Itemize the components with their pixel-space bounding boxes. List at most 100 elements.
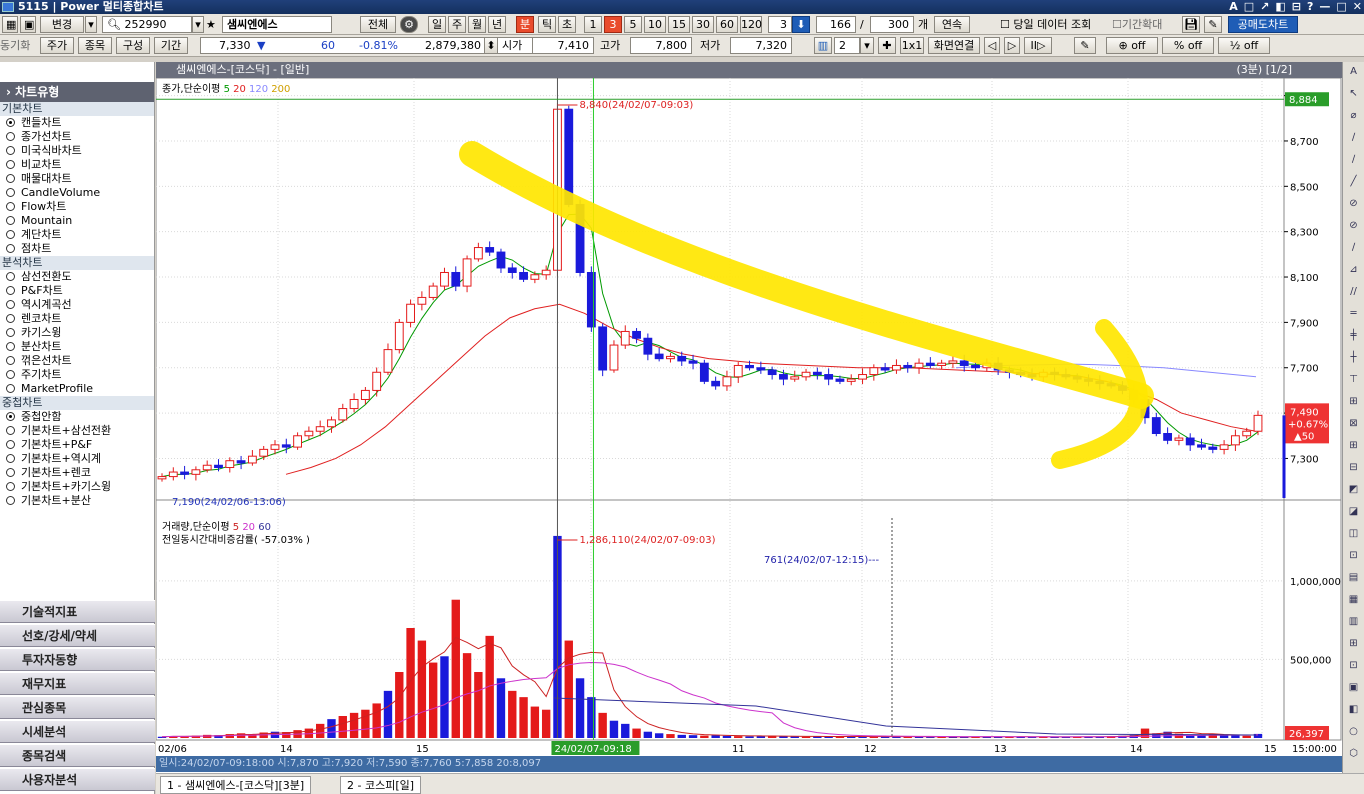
drawing-tool-icon[interactable]: ◩	[1346, 482, 1361, 497]
dock-icon[interactable]: ◧	[1275, 0, 1285, 14]
sidebar-item-chart-type[interactable]: 기본차트+카기스윙	[0, 480, 154, 494]
minute-15-button[interactable]: 15	[668, 16, 690, 33]
sidebar-item-chart-type[interactable]: 카기스윙	[0, 326, 154, 340]
close-button[interactable]: ✕	[1353, 0, 1362, 14]
drawing-tool-icon[interactable]: ⊘	[1346, 218, 1361, 233]
radio-icon[interactable]	[6, 202, 15, 211]
minimize-button[interactable]: —	[1319, 0, 1330, 14]
period-week-button[interactable]: 주	[448, 16, 466, 33]
tab-2[interactable]: 2 - 코스피[일]	[340, 776, 422, 794]
drawing-tool-icon[interactable]: ⌀	[1346, 108, 1361, 123]
minute-1-button[interactable]: 1	[584, 16, 602, 33]
sidebar-item-chart-type[interactable]: 주기차트	[0, 368, 154, 382]
sidebar-item-chart-type[interactable]: P&F차트	[0, 284, 154, 298]
print-icon[interactable]: ⊟	[1292, 0, 1301, 14]
next-icon[interactable]: ▷	[1004, 37, 1020, 54]
radio-icon[interactable]	[6, 160, 15, 169]
drawing-tool-icon[interactable]: //	[1346, 284, 1361, 299]
sidebar-bottom-button[interactable]: 시세분석	[0, 720, 155, 743]
short-selling-chart-button[interactable]: 공매도차트	[1228, 16, 1298, 33]
radio-icon[interactable]	[6, 342, 15, 351]
sidebar-bottom-button[interactable]: 사용자분석	[0, 768, 155, 791]
radio-icon[interactable]	[6, 468, 15, 477]
font-size-icon[interactable]: A	[1229, 0, 1238, 14]
sidebar-bottom-button[interactable]: 관심종목	[0, 696, 155, 719]
sidebar-item-chart-type[interactable]: 삼선전환도	[0, 270, 154, 284]
drawing-tool-icon[interactable]: ⊠	[1346, 416, 1361, 431]
continuous-button[interactable]: 연속	[934, 16, 970, 33]
window-icon[interactable]: ▣	[20, 16, 36, 33]
sidebar-item-chart-type[interactable]: Flow차트	[0, 200, 154, 214]
interval-input[interactable]: 3	[768, 16, 792, 33]
radio-icon[interactable]	[6, 174, 15, 183]
sidebar-item-chart-type[interactable]: 기본차트+삼선전환	[0, 424, 154, 438]
radio-icon[interactable]	[6, 286, 15, 295]
all-button[interactable]: 전체	[360, 16, 396, 33]
help-icon[interactable]: ?	[1307, 0, 1313, 14]
radio-icon[interactable]	[6, 230, 15, 239]
radio-icon[interactable]	[6, 384, 15, 393]
radio-icon[interactable]	[6, 426, 15, 435]
stock-name-field[interactable]: 샘씨엔에스	[222, 16, 332, 33]
sidebar-item-chart-type[interactable]: CandleVolume	[0, 186, 154, 200]
minute-5-button[interactable]: 5	[624, 16, 642, 33]
sidebar-item-chart-type[interactable]: 매물대차트	[0, 172, 154, 186]
sidebar-item-chart-type[interactable]: 중첩안함	[0, 410, 154, 424]
radio-icon[interactable]	[6, 412, 15, 421]
radio-icon[interactable]	[6, 272, 15, 281]
radio-icon[interactable]	[6, 440, 15, 449]
radio-icon[interactable]	[6, 132, 15, 141]
maximize-button[interactable]: □	[1336, 0, 1346, 14]
settings-icon[interactable]: ⚙	[400, 16, 418, 33]
drawing-tool-icon[interactable]: ▣	[1346, 680, 1361, 695]
toggle-off-2[interactable]: % off	[1162, 37, 1214, 54]
radio-icon[interactable]	[6, 118, 15, 127]
sidebar-header[interactable]: › 차트유형	[0, 82, 154, 102]
radio-icon[interactable]	[6, 482, 15, 491]
drawing-tool-icon[interactable]: ◫	[1346, 526, 1361, 541]
radio-icon[interactable]	[6, 370, 15, 379]
radio-icon[interactable]	[6, 300, 15, 309]
drawing-tool-icon[interactable]: ⊞	[1346, 394, 1361, 409]
sidebar-item-chart-type[interactable]: 기본차트+P&F	[0, 438, 154, 452]
drawing-tool-icon[interactable]: ∕	[1346, 130, 1361, 145]
layout-icon[interactable]: □	[1244, 0, 1254, 14]
sidebar-bottom-button[interactable]: 재무지표	[0, 672, 155, 695]
layout-select[interactable]: 2	[834, 37, 860, 54]
drawing-tool-icon[interactable]: ⊟	[1346, 460, 1361, 475]
radio-icon[interactable]	[6, 454, 15, 463]
drawing-tool-icon[interactable]: ═	[1346, 306, 1361, 321]
drawing-tool-icon[interactable]: ○	[1346, 724, 1361, 739]
star-icon[interactable]: ★	[206, 16, 216, 33]
mode-button[interactable]: 변경	[40, 16, 84, 33]
period-button[interactable]: 기간	[154, 37, 188, 54]
sidebar-item-chart-type[interactable]: 렌코차트	[0, 312, 154, 326]
grid-icon[interactable]: ▦	[2, 16, 18, 33]
fast-forward-icon[interactable]: II▷	[1024, 37, 1052, 54]
sidebar-item-chart-type[interactable]: 꺾은선차트	[0, 354, 154, 368]
period-day-button[interactable]: 일	[428, 16, 446, 33]
sidebar-item-chart-type[interactable]: 기본차트+역시계	[0, 452, 154, 466]
drawing-tool-icon[interactable]: A	[1346, 64, 1361, 79]
radio-icon[interactable]	[6, 146, 15, 155]
drawing-tool-icon[interactable]: ⊡	[1346, 548, 1361, 563]
radio-icon[interactable]	[6, 356, 15, 365]
period-tick-button[interactable]: 틱	[538, 16, 556, 33]
radio-icon[interactable]	[6, 496, 15, 505]
radio-icon[interactable]	[6, 244, 15, 253]
period-year-button[interactable]: 년	[488, 16, 506, 33]
radio-icon[interactable]	[6, 216, 15, 225]
drawing-tool-icon[interactable]: ⊿	[1346, 262, 1361, 277]
count-input[interactable]: 166	[816, 16, 856, 33]
drawing-tool-icon[interactable]: ⊞	[1346, 636, 1361, 651]
prev-icon[interactable]: ◁	[984, 37, 1000, 54]
drawing-tool-icon[interactable]: ↖	[1346, 86, 1361, 101]
sidebar-item-chart-type[interactable]: 점차트	[0, 242, 154, 256]
sidebar-item-chart-type[interactable]: 분산차트	[0, 340, 154, 354]
drawing-tool-icon[interactable]: ▥	[1346, 614, 1361, 629]
radio-icon[interactable]	[6, 314, 15, 323]
sidebar-bottom-button[interactable]: 투자자동향	[0, 648, 155, 671]
drawing-tool-icon[interactable]: ⊘	[1346, 196, 1361, 211]
screen-link-button[interactable]: 화면연결	[928, 37, 980, 54]
minute-120-button[interactable]: 120	[740, 16, 762, 33]
